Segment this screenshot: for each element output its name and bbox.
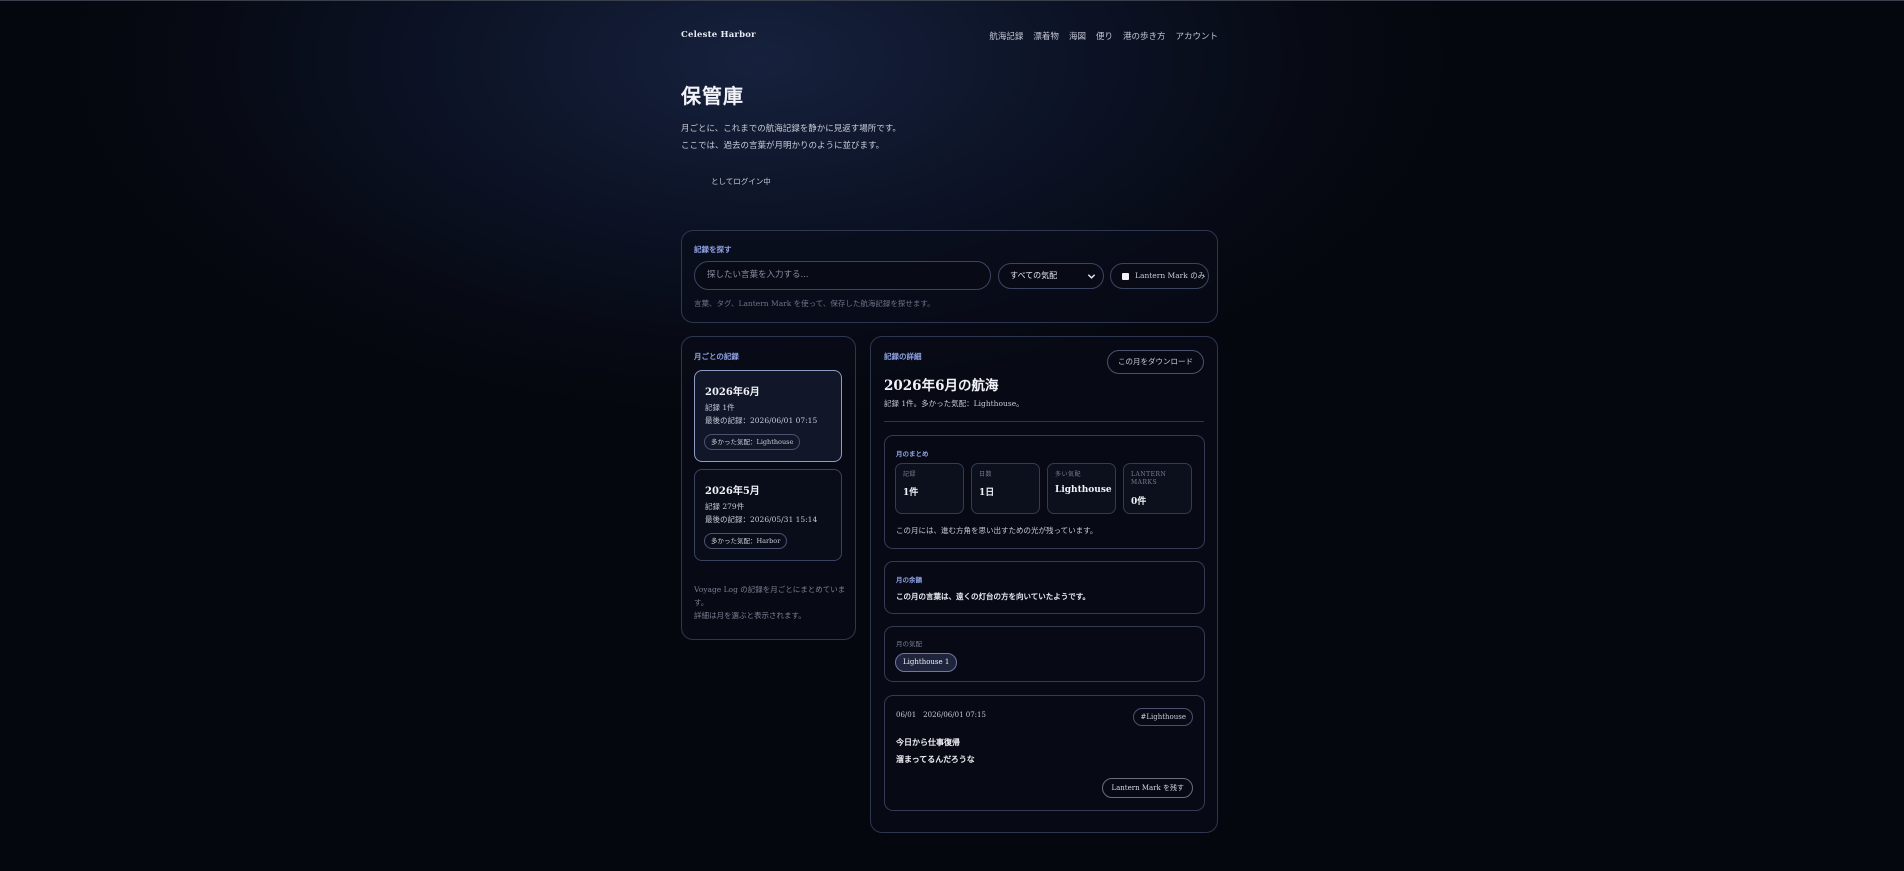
afterglow-text: この月の言葉は、遠くの灯台の方を向いていたようです。	[896, 592, 1091, 601]
download-month-button[interactable]: この月をダウンロード	[1107, 350, 1204, 374]
months-panel: 月ごとの記録 2026年6月 記録 1件 最後の記録：2026/06/01 07…	[681, 336, 856, 640]
detail-label: 記録の詳細	[884, 352, 922, 361]
nav-item-voyage-log[interactable]: 航海記録	[989, 30, 1023, 42]
month-item[interactable]: 2026年6月 記録 1件 最後の記録：2026/06/01 07:15 多かっ…	[694, 370, 842, 462]
stat-value: 1件	[903, 488, 919, 498]
mood-select[interactable]: すべての気配	[998, 263, 1104, 289]
divider	[884, 421, 1204, 422]
stat-label-line: MARKS	[1131, 479, 1158, 486]
stat-days: 日数 1日	[971, 463, 1040, 514]
stat-top-mood: 多い気配 Lighthouse	[1047, 463, 1116, 514]
login-status: としてログイン中	[681, 176, 771, 187]
nav-item-drift[interactable]: 漂着物	[1033, 30, 1059, 42]
month-count: 記録 279件	[705, 502, 745, 511]
nav-item-letters[interactable]: 便り	[1096, 30, 1113, 42]
nav-item-guide[interactable]: 港の歩き方	[1123, 30, 1166, 42]
month-title: 2026年6月	[705, 387, 760, 398]
afterglow-label: 月の余韻	[896, 576, 922, 584]
detail-subtitle: 記録 1件。多かった気配：Lighthouse。	[884, 399, 1024, 408]
login-status-text: としてログイン中	[711, 177, 771, 186]
search-panel: 記録を探す 探したい言葉を入力する... すべての気配 Lantern Mark…	[681, 230, 1218, 323]
nav-links: 航海記録 漂着物 海図 便り 港の歩き方 アカウント	[989, 30, 1218, 42]
month-last-entry: 最後の記録：2026/06/01 07:15	[705, 416, 818, 425]
stat-value: 0件	[1131, 497, 1147, 507]
page-title: 保管庫	[681, 84, 744, 108]
search-input[interactable]: 探したい言葉を入力する...	[694, 261, 991, 290]
month-title: 2026年5月	[705, 486, 760, 497]
month-mood-badge: 多かった気配：Harbor	[704, 533, 788, 549]
detail-title: 2026年6月の航海	[884, 378, 999, 394]
search-label: 記録を探す	[694, 245, 732, 254]
entry-text: 溜まってるんだろうな	[896, 754, 975, 764]
detail-panel: 記録の詳細 この月をダウンロード 2026年6月の航海 記録 1件。多かった気配…	[870, 336, 1218, 833]
mood-chip[interactable]: Lighthouse 1	[895, 653, 958, 672]
entry-tag[interactable]: #Lighthouse	[1133, 708, 1193, 726]
months-note-line: す。	[694, 598, 709, 607]
summary-label: 月のまとめ	[896, 450, 929, 458]
search-hint: 言葉、タグ、Lantern Mark を使って、保存した航海記録を探せます。	[694, 299, 935, 308]
lantern-only-label: Lantern Mark のみ	[1135, 271, 1206, 280]
months-note-line: Voyage Log の記録を月ごとにまとめていま	[694, 585, 846, 594]
chevron-down-icon	[1087, 274, 1096, 279]
month-item[interactable]: 2026年5月 記録 279件 最後の記録：2026/05/31 15:14 多…	[694, 469, 842, 561]
month-count: 記録 1件	[705, 403, 735, 412]
stat-label: 日数	[979, 471, 993, 478]
stat-label-line: LANTERN	[1131, 471, 1167, 478]
month-afterglow: 月の余韻 この月の言葉は、遠くの灯台の方を向いていたようです。	[884, 561, 1205, 614]
username	[681, 177, 711, 186]
month-mood-badge: 多かった気配：Lighthouse	[704, 434, 801, 450]
intro-line: ここでは、過去の言葉が月明かりのように並びます。	[681, 141, 885, 151]
lantern-only-checkbox[interactable]	[1122, 273, 1129, 280]
mood-select-value: すべての気配	[1010, 271, 1058, 280]
month-last-entry: 最後の記録：2026/05/31 15:14	[705, 515, 818, 524]
intro-line: 月ごとに、これまでの航海記録を静かに見返す場所です。	[681, 124, 901, 134]
stat-entries: 記録 1件	[895, 463, 964, 514]
lantern-only-toggle[interactable]: Lantern Mark のみ	[1110, 263, 1209, 289]
entry-text: 今日から仕事復帰	[896, 737, 960, 747]
stat-value: Lighthouse	[1055, 485, 1112, 495]
brand-logo[interactable]: Celeste Harbor	[681, 30, 756, 40]
month-moods: 月の気配 Lighthouse 1	[884, 626, 1205, 682]
entry-meta: 06/01 2026/06/01 07:15	[896, 711, 986, 719]
stat-label: 多い気配	[1055, 471, 1082, 478]
window-top-border	[0, 0, 1904, 1]
stat-lantern-marks: LANTERN MARKS 0件	[1123, 463, 1192, 514]
stat-value: 1日	[979, 488, 995, 498]
page-intro: 月ごとに、これまでの航海記録を静かに見返す場所です。 ここでは、過去の言葉が月明…	[681, 121, 901, 155]
moods-label: 月の気配	[896, 640, 922, 648]
months-note-line: 詳細は月を選ぶと表示されます。	[694, 611, 806, 620]
stat-label: 記録	[903, 471, 917, 478]
summary-note: この月には、進む方角を思い出すための光が残っています。	[896, 526, 1098, 535]
entry-card: 06/01 2026/06/01 07:15 #Lighthouse 今日から仕…	[884, 695, 1205, 811]
nav-item-chart[interactable]: 海図	[1069, 30, 1086, 42]
months-note: Voyage Log の記録を月ごとにまとめていま す。 詳細は月を選ぶと表示さ…	[694, 583, 854, 622]
nav-item-account[interactable]: アカウント	[1175, 30, 1218, 42]
months-label: 月ごとの記録	[694, 352, 739, 361]
month-summary: 月のまとめ 記録 1件 日数 1日 多い気配 Lighthouse LANTER…	[884, 435, 1205, 549]
stat-label: LANTERN MARKS	[1131, 471, 1166, 487]
lantern-mark-button[interactable]: Lantern Mark を残す	[1102, 778, 1193, 798]
top-nav: Celeste Harbor 航海記録 漂着物 海図 便り 港の歩き方 アカウン…	[681, 30, 1218, 44]
